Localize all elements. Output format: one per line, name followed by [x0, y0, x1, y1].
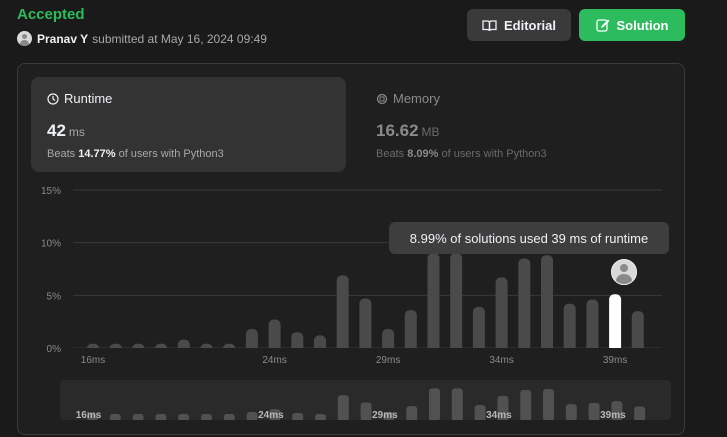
runtime-beats-pct: 14.77% [78, 148, 116, 160]
memory-value: 16.62 MB [376, 121, 440, 141]
memory-card[interactable]: Memory 16.62 MB Beats 8.09% of users with… [360, 77, 675, 172]
minimap-bar [315, 414, 326, 420]
minimap-bar [543, 388, 554, 420]
minimap-bar [360, 402, 372, 420]
memory-beats-prefix: Beats [376, 148, 405, 160]
edit-icon [595, 19, 609, 32]
memory-beats: Beats 8.09% of users with Python3 [376, 148, 547, 160]
runtime-value: 42 ms [47, 121, 85, 141]
runtime-number: 42 [47, 121, 66, 140]
submission-meta: Pranav Y submitted at May 16, 2024 09:49 [17, 31, 267, 46]
minimap-bar [132, 414, 144, 420]
runtime-header: Runtime [47, 91, 112, 106]
minimap-bar [451, 388, 463, 420]
minimap-bar [201, 414, 212, 420]
runtime-title: Runtime [64, 91, 113, 106]
minimap-bar [246, 412, 258, 420]
editorial-button[interactable]: Editorial [467, 9, 571, 41]
minimap-bar [109, 414, 121, 420]
minimap-bar [474, 405, 486, 420]
solution-button[interactable]: Solution [579, 9, 685, 41]
submission-status: Accepted [17, 6, 85, 23]
minimap-bar [178, 414, 190, 420]
chart-tooltip: 8.99% of solutions used 39 ms of runtime [389, 222, 669, 254]
chart-range-selector[interactable]: 16ms 24ms 29ms 34ms 39ms [60, 380, 671, 420]
editorial-label: Editorial [503, 17, 556, 33]
minimap-tick-label: 29ms [372, 410, 398, 420]
memory-beats-suffix: of users with Python3 [441, 148, 547, 160]
memory-title: Memory [393, 91, 440, 106]
runtime-beats-prefix: Beats [47, 148, 76, 160]
minimap-bar [520, 389, 532, 420]
chip-icon [376, 93, 388, 104]
minimap-bar [406, 406, 418, 420]
submitted-time: submitted at May 16, 2024 09:49 [92, 31, 267, 46]
solution-label: Solution [616, 17, 669, 33]
minimap-bar [155, 414, 167, 420]
minimap-tick-label: 24ms [258, 410, 284, 420]
clock-icon [47, 92, 59, 105]
minimap-bar [429, 388, 440, 420]
runtime-beats-suffix: of users with Python3 [118, 148, 224, 160]
memory-beats-pct: 8.09% [407, 148, 439, 160]
minimap-bar [292, 413, 304, 420]
minimap-tick-label: 16ms [76, 410, 102, 420]
minimap-tick-label: 34ms [486, 410, 512, 420]
runtime-unit: ms [68, 125, 85, 139]
minimap-chart: 16ms 24ms 29ms 34ms 39ms [76, 388, 646, 420]
minimap-bar [337, 395, 349, 420]
user-avatar[interactable] [17, 31, 32, 46]
book-icon [482, 19, 497, 31]
minimap-bar [565, 404, 577, 420]
runtime-beats: Beats 14.77% of users with Python3 [47, 148, 224, 160]
minimap-bar [634, 406, 646, 420]
minimap-tick-label: 39ms [600, 410, 626, 420]
username-link[interactable]: Pranav Y [37, 32, 88, 46]
runtime-card[interactable]: Runtime 42 ms Beats 14.77% of users with … [31, 77, 346, 172]
minimap-bar [588, 402, 600, 420]
memory-unit: MB [421, 125, 440, 139]
minimap-bar [223, 414, 235, 420]
memory-number: 16.62 [376, 121, 419, 140]
user-submission-avatar[interactable] [611, 259, 637, 285]
memory-header: Memory [376, 91, 440, 106]
